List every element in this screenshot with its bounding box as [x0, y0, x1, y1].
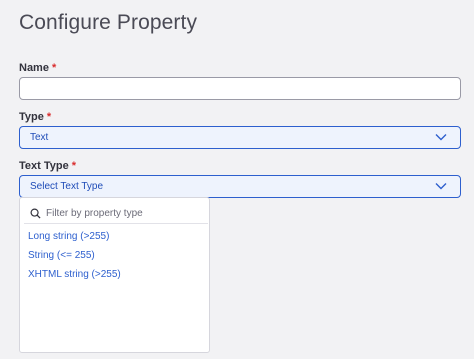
chevron-down-icon — [435, 134, 447, 141]
type-select-value: Text — [30, 132, 49, 143]
filter-box — [24, 203, 208, 224]
text-type-dropdown: Long string (>255) String (<= 255) XHTML… — [19, 197, 210, 353]
name-input[interactable] — [19, 77, 461, 100]
text-type-select[interactable]: Select Text Type — [19, 175, 461, 198]
search-icon — [30, 208, 41, 219]
name-label-text: Name — [19, 62, 49, 74]
text-type-label: Text Type * — [19, 160, 76, 172]
type-label: Type * — [19, 111, 51, 123]
chevron-down-icon — [435, 183, 447, 190]
type-label-text: Type — [19, 111, 44, 123]
filter-input[interactable] — [46, 207, 196, 219]
text-type-label-text: Text Type — [19, 160, 69, 172]
option-xhtml-string[interactable]: XHTML string (>255) — [28, 269, 121, 280]
page-title: Configure Property — [19, 11, 198, 34]
option-long-string[interactable]: Long string (>255) — [28, 231, 109, 242]
required-marker: * — [46, 111, 52, 123]
text-type-select-value: Select Text Type — [30, 181, 104, 192]
required-marker: * — [51, 62, 57, 74]
required-marker: * — [71, 160, 76, 172]
name-label: Name * — [19, 62, 56, 74]
type-select[interactable]: Text — [19, 126, 461, 149]
option-string[interactable]: String (<= 255) — [28, 250, 95, 261]
